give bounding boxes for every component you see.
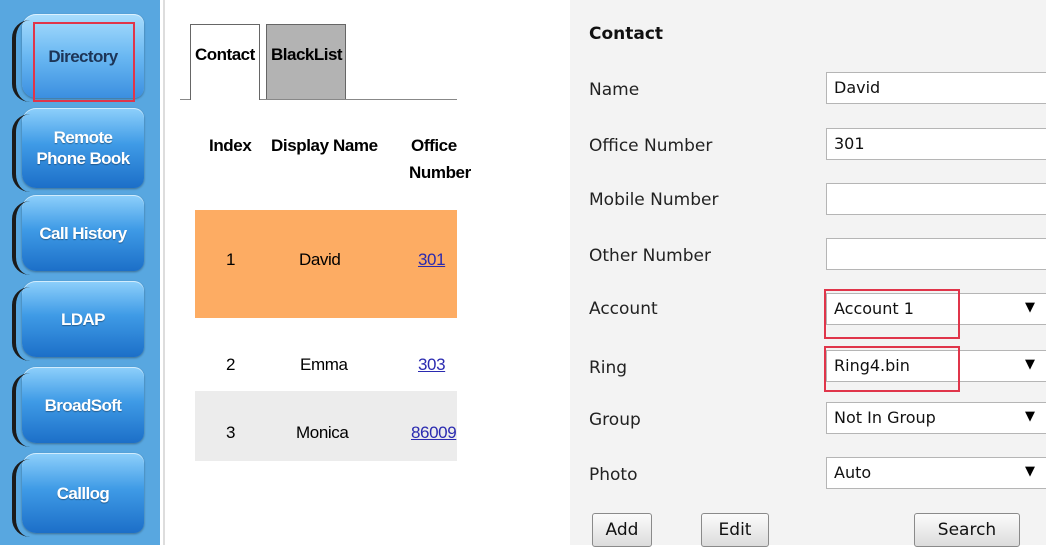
tab-contact[interactable]: Contact <box>190 24 260 100</box>
nav-broadsoft-button[interactable]: BroadSoft <box>12 367 144 447</box>
row-1-name: David <box>299 250 341 269</box>
header-office-number-line2: Number <box>409 163 471 182</box>
chevron-down-icon: ▼ <box>1025 300 1035 315</box>
chevron-down-icon: ▼ <box>1025 409 1035 424</box>
label-ring: Ring <box>589 358 628 378</box>
header-display-name: Display Name <box>271 136 378 155</box>
tab-underline <box>260 99 457 100</box>
photo-select-value: Auto <box>834 463 872 482</box>
office-number-field[interactable]: 301 <box>826 128 1046 160</box>
photo-select[interactable]: Auto ▼ <box>826 457 1046 489</box>
nav-calllog-button[interactable]: Calllog <box>12 453 144 537</box>
search-button[interactable]: Search <box>914 513 1020 547</box>
tab-underline-left <box>180 99 190 100</box>
add-button[interactable]: Add <box>592 513 652 547</box>
nav-call-history-label: Call History <box>39 223 127 243</box>
other-number-field[interactable] <box>826 238 1046 270</box>
account-select[interactable]: Account 1 ▼ <box>826 293 1046 325</box>
row-2-index: 2 <box>226 355 236 374</box>
row-1-office-link[interactable]: 301 <box>418 250 446 270</box>
header-office-number-line1: Office <box>411 136 457 155</box>
nav-directory-label: Directory <box>48 46 118 66</box>
label-name: Name <box>589 80 640 100</box>
nav-ldap-label: LDAP <box>61 309 105 329</box>
chevron-down-icon: ▼ <box>1025 464 1035 479</box>
nav-call-history-button[interactable]: Call History <box>12 195 144 275</box>
sidebar-nav: Directory Remote Phone Book Call History… <box>0 0 160 545</box>
row-3-name: Monica <box>296 423 349 442</box>
nav-calllog-label: Calllog <box>56 483 110 503</box>
nav-ldap-button[interactable]: LDAP <box>12 281 144 361</box>
form-title: Contact <box>589 24 664 44</box>
nav-broadsoft-label: BroadSoft <box>44 395 122 415</box>
row-2-name: Emma <box>300 355 348 374</box>
tab-blacklist[interactable]: BlackList <box>266 24 346 99</box>
row-2-office-link[interactable]: 303 <box>418 355 446 375</box>
nav-directory-button[interactable]: Directory <box>12 14 144 102</box>
label-other-number: Other Number <box>589 246 711 266</box>
label-mobile-number: Mobile Number <box>589 190 719 210</box>
row-3-index: 3 <box>226 423 236 442</box>
row-3-office-link[interactable]: 86009 <box>411 423 457 443</box>
account-select-value: Account 1 <box>834 299 914 318</box>
label-photo: Photo <box>589 465 638 485</box>
name-field[interactable]: David <box>826 72 1046 104</box>
row-1-index: 1 <box>226 250 236 269</box>
chevron-down-icon: ▼ <box>1025 357 1035 372</box>
mobile-number-field[interactable] <box>826 183 1046 215</box>
group-select[interactable]: Not In Group ▼ <box>826 402 1046 434</box>
label-group: Group <box>589 410 641 430</box>
header-index: Index <box>209 136 252 155</box>
ring-select-value: Ring4.bin <box>834 356 910 375</box>
nav-remote-phone-book-label: Remote Phone Book <box>36 128 130 168</box>
group-select-value: Not In Group <box>834 408 936 427</box>
column-divider <box>163 0 165 545</box>
label-office-number: Office Number <box>589 136 713 156</box>
label-account: Account <box>589 299 658 319</box>
ring-select[interactable]: Ring4.bin ▼ <box>826 350 1046 382</box>
edit-button[interactable]: Edit <box>701 513 769 547</box>
nav-remote-phone-book-button[interactable]: Remote Phone Book <box>12 108 144 192</box>
